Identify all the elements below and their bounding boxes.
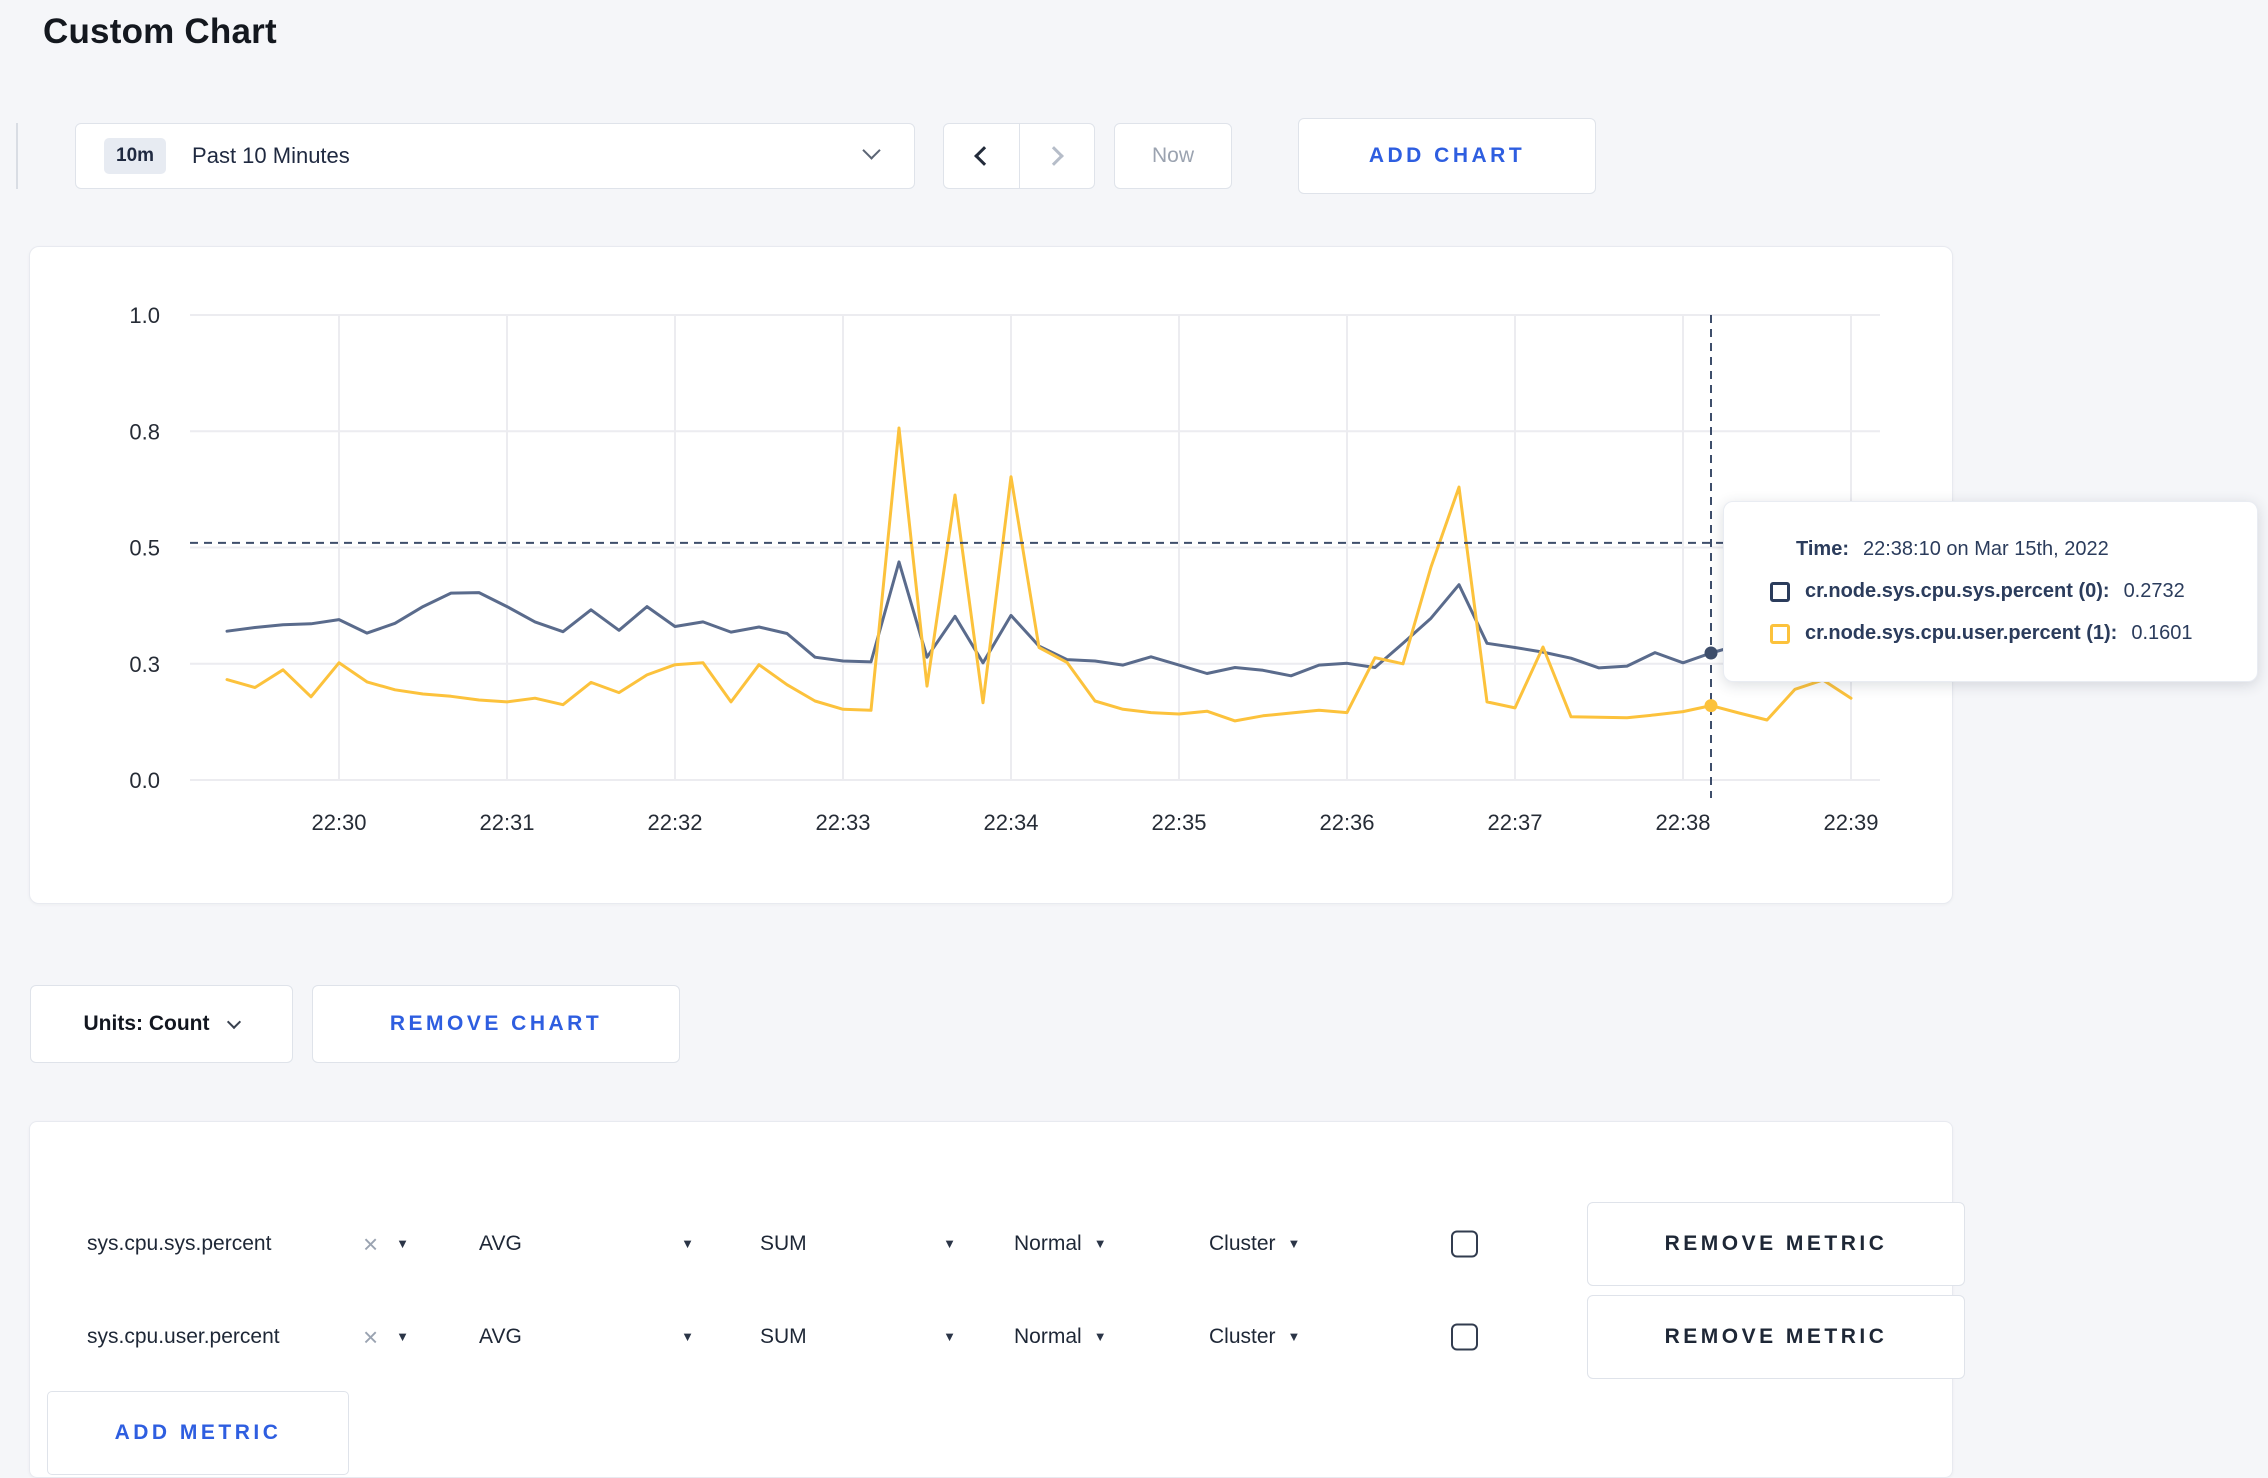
tooltip-time-label: Time:: [1796, 538, 1849, 560]
time-range-label: Past 10 Minutes: [192, 143, 350, 168]
table-row-metric-1: sys.cpu.sys.percent × ▼ AVG ▼ SUM ▼ Norm…: [29, 1197, 1965, 1290]
series-swatch-user: [1770, 623, 1790, 644]
custom-chart-page: Custom Chart 10m Past 10 Minutes Now ADD…: [0, 0, 2268, 1478]
chart-tooltip: Time: 22:38:10 on Mar 15th, 2022 cr.node…: [1723, 501, 2258, 682]
remove-metric-button[interactable]: REMOVE METRIC: [1587, 1201, 1965, 1286]
units-dropdown[interactable]: Units: Count: [30, 985, 293, 1063]
clear-metric-icon[interactable]: ×: [363, 1324, 378, 1350]
aggregator-select[interactable]: SUM ▼: [760, 1325, 956, 1349]
caret-down-icon: ▼: [1287, 1236, 1301, 1251]
time-range-badge: 10m: [104, 138, 167, 174]
chevron-right-icon: [1043, 146, 1064, 166]
caret-down-icon: ▼: [1287, 1329, 1301, 1344]
source-select[interactable]: Cluster ▼: [1209, 1232, 1300, 1256]
downsampler-select[interactable]: AVG ▼: [479, 1232, 694, 1256]
rate-value: Normal: [1014, 1231, 1082, 1255]
caret-down-icon: ▼: [1093, 1329, 1107, 1344]
downsampler-value: AVG: [479, 1324, 522, 1348]
remove-chart-button[interactable]: REMOVE CHART: [312, 985, 680, 1063]
tooltip-series-row: cr.node.sys.cpu.user.percent (1): 0.1601: [1770, 622, 2233, 645]
rate-select[interactable]: Normal ▼: [1014, 1325, 1107, 1349]
tooltip-series-row: cr.node.sys.cpu.sys.percent (0): 0.2732: [1770, 580, 2233, 603]
remove-metric-button[interactable]: REMOVE METRIC: [1587, 1294, 1965, 1379]
tooltip-series-value: 0.1601: [2131, 622, 2193, 644]
metric-name-select[interactable]: sys.cpu.sys.percent × ▼: [87, 1231, 409, 1257]
add-metric-button[interactable]: ADD METRIC: [47, 1391, 349, 1475]
now-button[interactable]: Now: [1114, 123, 1232, 189]
time-range-dropdown[interactable]: 10m Past 10 Minutes: [75, 123, 915, 189]
prev-time-button[interactable]: [944, 124, 1019, 188]
time-nav-group: [943, 123, 1095, 189]
per-node-cell: [1397, 1323, 1532, 1350]
metric-name-select[interactable]: sys.cpu.user.percent × ▼: [87, 1324, 409, 1350]
downsampler-select[interactable]: AVG ▼: [479, 1325, 694, 1349]
add-chart-button[interactable]: ADD CHART: [1298, 118, 1596, 194]
source-value: Cluster: [1209, 1324, 1276, 1348]
metric-name-value: sys.cpu.sys.percent: [87, 1231, 272, 1255]
tooltip-time-value: 22:38:10 on Mar 15th, 2022: [1862, 538, 2109, 560]
aggregator-value: SUM: [760, 1231, 807, 1255]
chevron-down-icon: [862, 141, 881, 160]
units-label: Units: Count: [83, 1012, 210, 1035]
rate-value: Normal: [1014, 1324, 1082, 1348]
per-node-checkbox[interactable]: [1451, 1230, 1478, 1257]
per-node-cell: [1397, 1230, 1532, 1257]
caret-down-icon: ▼: [681, 1236, 694, 1251]
per-node-checkbox[interactable]: [1451, 1323, 1478, 1350]
chevron-down-icon: [227, 1014, 242, 1029]
caret-down-icon: ▼: [396, 1329, 409, 1344]
toolbar-divider: [16, 123, 18, 189]
aggregator-select[interactable]: SUM ▼: [760, 1232, 956, 1256]
caret-down-icon: ▼: [943, 1329, 956, 1344]
series-swatch-sys: [1770, 581, 1790, 602]
aggregator-value: SUM: [760, 1324, 807, 1348]
rate-select[interactable]: Normal ▼: [1014, 1232, 1107, 1256]
tooltip-series-name: cr.node.sys.cpu.sys.percent (0):: [1805, 580, 2110, 602]
caret-down-icon: ▼: [396, 1236, 409, 1251]
tooltip-series-value: 0.2732: [2123, 580, 2185, 602]
metric-name-value: sys.cpu.user.percent: [87, 1324, 280, 1348]
clear-metric-icon[interactable]: ×: [363, 1231, 378, 1257]
table-row-metric-2: sys.cpu.user.percent × ▼ AVG ▼ SUM ▼ Nor…: [29, 1290, 1965, 1383]
caret-down-icon: ▼: [1093, 1236, 1107, 1251]
chevron-left-icon: [974, 146, 995, 166]
caret-down-icon: ▼: [943, 1236, 956, 1251]
caret-down-icon: ▼: [681, 1329, 694, 1344]
tooltip-series-name: cr.node.sys.cpu.user.percent (1):: [1805, 622, 2118, 644]
tooltip-time-row: Time: 22:38:10 on Mar 15th, 2022: [1770, 538, 2233, 561]
source-value: Cluster: [1209, 1231, 1276, 1255]
downsampler-value: AVG: [479, 1231, 522, 1255]
page-title: Custom Chart: [43, 12, 277, 51]
next-time-button[interactable]: [1018, 124, 1095, 188]
chart-card: [29, 246, 1953, 904]
source-select[interactable]: Cluster ▼: [1209, 1325, 1300, 1349]
